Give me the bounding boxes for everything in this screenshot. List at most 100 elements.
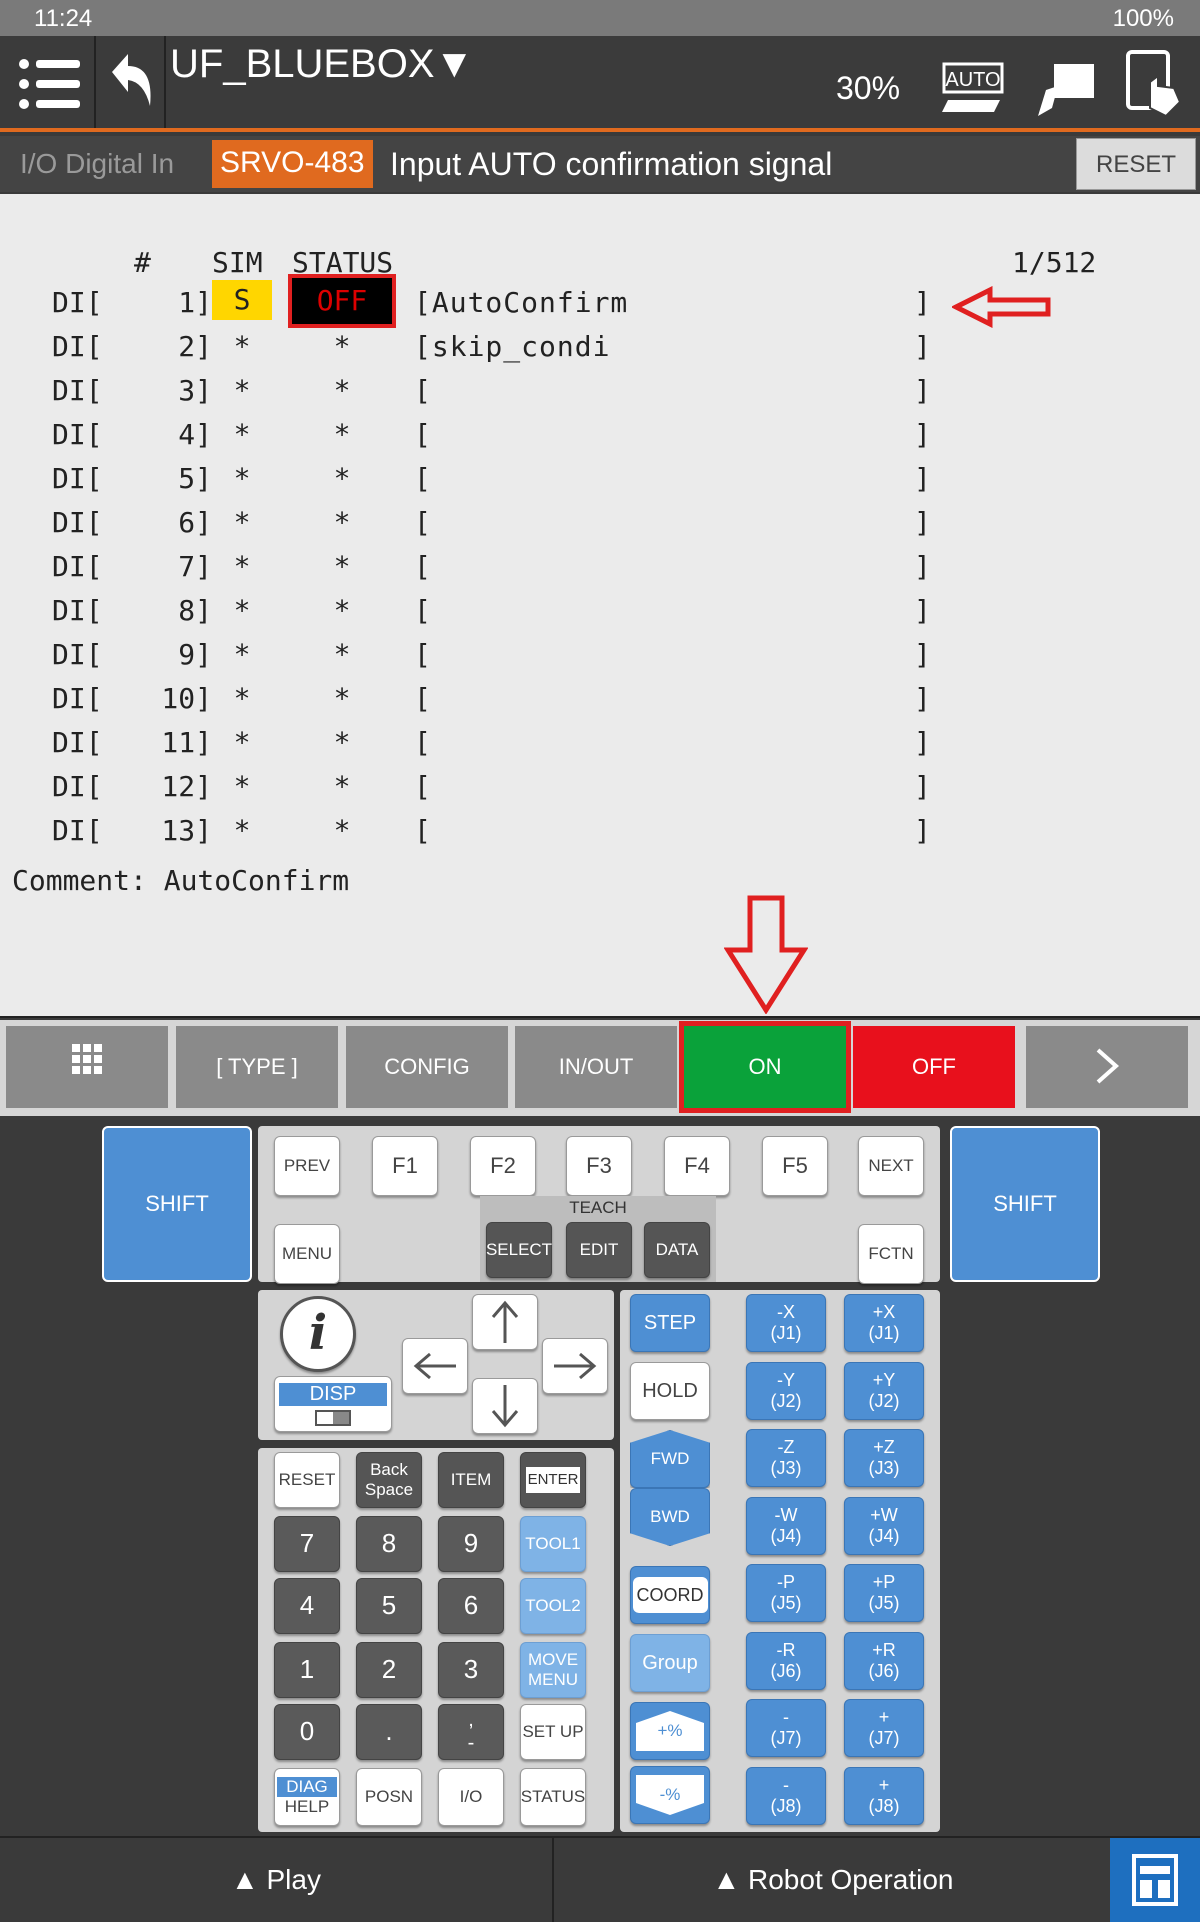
jog-minus-j5-key[interactable]: -P (J5) <box>746 1564 826 1622</box>
jog-plus-j1-key[interactable]: +X (J1) <box>844 1294 924 1352</box>
robot-operation-tab[interactable]: ▲ Robot Operation <box>556 1838 1110 1922</box>
io-row[interactable]: DI[13] * * [] <box>0 814 1200 854</box>
select-key[interactable]: SELECT <box>486 1222 552 1278</box>
diag-help-key[interactable]: DIAG HELP <box>274 1768 340 1826</box>
io-comment[interactable]: [ <box>414 770 432 803</box>
play-tab[interactable]: ▲ Play <box>0 1838 554 1922</box>
io-row[interactable]: DI[9] * * [] <box>0 638 1200 678</box>
io-comment[interactable]: [ <box>414 418 432 451</box>
io-row[interactable]: DI[6] * * [] <box>0 506 1200 546</box>
io-status[interactable]: * <box>292 506 392 539</box>
enter-key[interactable]: ENTER <box>520 1452 586 1508</box>
fkey-type[interactable]: [ TYPE ] <box>176 1026 338 1108</box>
f5-key[interactable]: F5 <box>762 1136 828 1196</box>
jog-minus-j7-key[interactable]: - (J7) <box>746 1699 826 1757</box>
io-status[interactable]: * <box>292 594 392 627</box>
dot-key[interactable]: . <box>356 1704 422 1760</box>
io-status[interactable]: * <box>292 550 392 583</box>
auto-mode-icon[interactable]: AUTO <box>934 46 1014 118</box>
fkey-next-page[interactable] <box>1026 1026 1188 1108</box>
io-comment[interactable]: [ <box>414 594 432 627</box>
num-9-key[interactable]: 9 <box>438 1516 504 1572</box>
io-row[interactable]: DI[10] * * [] <box>0 682 1200 722</box>
io-row[interactable]: DI[2] * * [skip_condi] <box>0 330 1200 370</box>
f4-key[interactable]: F4 <box>664 1136 730 1196</box>
num-6-key[interactable]: 6 <box>438 1578 504 1634</box>
robot-jog-icon[interactable] <box>1024 46 1104 118</box>
menu-key[interactable]: MENU <box>274 1224 340 1284</box>
back-button[interactable] <box>98 36 166 128</box>
io-status[interactable]: * <box>292 726 392 759</box>
comma-minus-key[interactable]: , - <box>438 1704 504 1760</box>
arrow-up-key[interactable] <box>472 1294 538 1350</box>
io-comment[interactable]: [ <box>414 814 432 847</box>
reset-button[interactable]: RESET <box>1076 138 1196 190</box>
hold-key[interactable]: HOLD <box>630 1362 710 1420</box>
io-status[interactable]: * <box>292 814 392 847</box>
jog-plus-j7-key[interactable]: + (J7) <box>844 1699 924 1757</box>
io-comment[interactable]: [ <box>414 550 432 583</box>
menu-button[interactable] <box>0 36 96 128</box>
num-7-key[interactable]: 7 <box>274 1516 340 1572</box>
fkey-off[interactable]: OFF <box>853 1026 1015 1108</box>
jog-minus-j6-key[interactable]: -R (J6) <box>746 1631 826 1690</box>
fkey-config[interactable]: CONFIG <box>346 1026 508 1108</box>
io-row[interactable]: DI[3] * * [] <box>0 374 1200 414</box>
io-status[interactable]: * <box>292 638 392 671</box>
jog-minus-j3-key[interactable]: -Z (J3) <box>746 1429 826 1487</box>
fkey-on[interactable]: ON <box>679 1021 851 1113</box>
disp-key[interactable]: DISP <box>274 1376 392 1432</box>
num-0-key[interactable]: 0 <box>274 1704 340 1760</box>
io-status[interactable]: * <box>292 462 392 495</box>
arrow-left-key[interactable] <box>402 1338 468 1394</box>
tool1-key[interactable]: TOOL1 <box>520 1516 586 1572</box>
shift-right-button[interactable]: SHIFT <box>950 1126 1100 1282</box>
step-key[interactable]: STEP <box>630 1294 710 1352</box>
io-comment[interactable]: [ <box>414 726 432 759</box>
io-comment[interactable]: [ <box>414 682 432 715</box>
f2-key[interactable]: F2 <box>470 1136 536 1196</box>
bwd-key[interactable]: BWD <box>630 1488 710 1546</box>
coord-key[interactable]: COORD <box>630 1566 710 1624</box>
io-row[interactable]: DI[5] * * [] <box>0 462 1200 502</box>
data-key[interactable]: DATA <box>644 1222 710 1278</box>
speed-override[interactable]: 30% <box>836 70 900 107</box>
io-comment[interactable]: [ <box>414 462 432 495</box>
num-5-key[interactable]: 5 <box>356 1578 422 1634</box>
fkey-in-out[interactable]: IN/OUT <box>515 1026 677 1108</box>
io-key[interactable]: I/O <box>438 1768 504 1826</box>
fkey-menu-grid[interactable] <box>6 1026 168 1108</box>
jog-minus-j2-key[interactable]: -Y (J2) <box>746 1361 826 1420</box>
reset-key[interactable]: RESET <box>274 1452 340 1508</box>
f3-key[interactable]: F3 <box>566 1136 632 1196</box>
num-3-key[interactable]: 3 <box>438 1642 504 1698</box>
tool2-key[interactable]: TOOL2 <box>520 1578 586 1634</box>
f1-key[interactable]: F1 <box>372 1136 438 1196</box>
minus-percent-key[interactable]: -% <box>630 1766 710 1824</box>
jog-plus-j6-key[interactable]: +R (J6) <box>844 1631 924 1690</box>
backspace-key[interactable]: Back Space <box>356 1452 422 1508</box>
io-comment[interactable]: [skip_condi <box>414 330 610 363</box>
posn-key[interactable]: POSN <box>356 1768 422 1826</box>
num-4-key[interactable]: 4 <box>274 1578 340 1634</box>
group-key[interactable]: Group <box>630 1634 710 1692</box>
jog-minus-j8-key[interactable]: - (J8) <box>746 1766 826 1825</box>
program-title[interactable]: UF_BLUEBOX▼ <box>170 42 474 87</box>
io-status[interactable]: * <box>292 418 392 451</box>
io-comment[interactable]: [AutoConfirm <box>414 286 628 319</box>
io-status[interactable]: * <box>292 374 392 407</box>
panel-toggle-button[interactable] <box>1110 1838 1200 1922</box>
prev-key[interactable]: PREV <box>274 1136 340 1196</box>
io-comment[interactable]: [ <box>414 506 432 539</box>
io-status[interactable]: OFF <box>288 274 396 328</box>
plus-percent-key[interactable]: +% <box>630 1702 710 1760</box>
io-row[interactable]: DI[12] * * [] <box>0 770 1200 810</box>
fctn-key[interactable]: FCTN <box>858 1224 924 1284</box>
fwd-key[interactable]: FWD <box>630 1430 710 1488</box>
num-1-key[interactable]: 1 <box>274 1642 340 1698</box>
setup-key[interactable]: SET UP <box>520 1704 586 1760</box>
io-status[interactable]: * <box>292 770 392 803</box>
arrow-down-key[interactable] <box>472 1378 538 1434</box>
jog-minus-j4-key[interactable]: -W (J4) <box>746 1496 826 1555</box>
next-key[interactable]: NEXT <box>858 1136 924 1196</box>
